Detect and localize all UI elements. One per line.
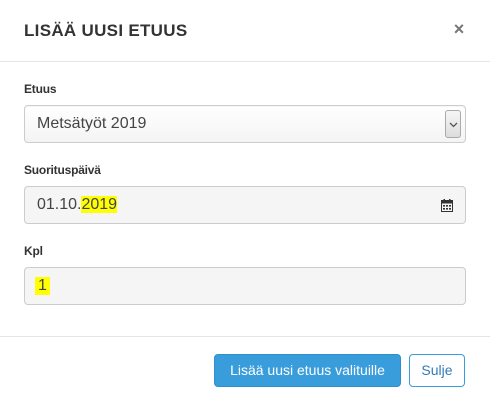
- chevron-down-icon: [449, 122, 458, 128]
- etuus-selected-value: Metsätyöt 2019: [37, 115, 147, 132]
- date-value-year: 2019: [81, 196, 118, 213]
- etuus-label: Etuus: [24, 82, 57, 96]
- dialog-header: LISÄÄ UUSI ETUUS ×: [0, 0, 490, 62]
- kpl-value: 1: [35, 277, 50, 295]
- dialog-footer: Lisää uusi etuus valituille Sulje: [0, 336, 490, 406]
- kpl-label: Kpl: [24, 244, 43, 258]
- date-value-prefix: 01.10.: [37, 196, 82, 213]
- kpl-input[interactable]: 1: [24, 267, 466, 305]
- close-button[interactable]: Sulje: [409, 354, 465, 387]
- dropdown-arrow[interactable]: [445, 110, 461, 138]
- calendar-icon[interactable]: [441, 199, 453, 212]
- etuus-select[interactable]: Metsätyöt 2019: [24, 105, 466, 143]
- date-value: 01.10.2019: [37, 196, 118, 214]
- suorituspaiva-label: Suorituspäivä: [24, 163, 101, 177]
- add-benefit-button[interactable]: Lisää uusi etuus valituille: [214, 354, 401, 387]
- add-benefit-dialog: LISÄÄ UUSI ETUUS × Etuus Metsätyöt 2019 …: [0, 0, 490, 406]
- date-input[interactable]: 01.10.2019: [24, 186, 466, 224]
- close-icon[interactable]: ×: [450, 18, 468, 40]
- dialog-title: LISÄÄ UUSI ETUUS: [24, 21, 188, 40]
